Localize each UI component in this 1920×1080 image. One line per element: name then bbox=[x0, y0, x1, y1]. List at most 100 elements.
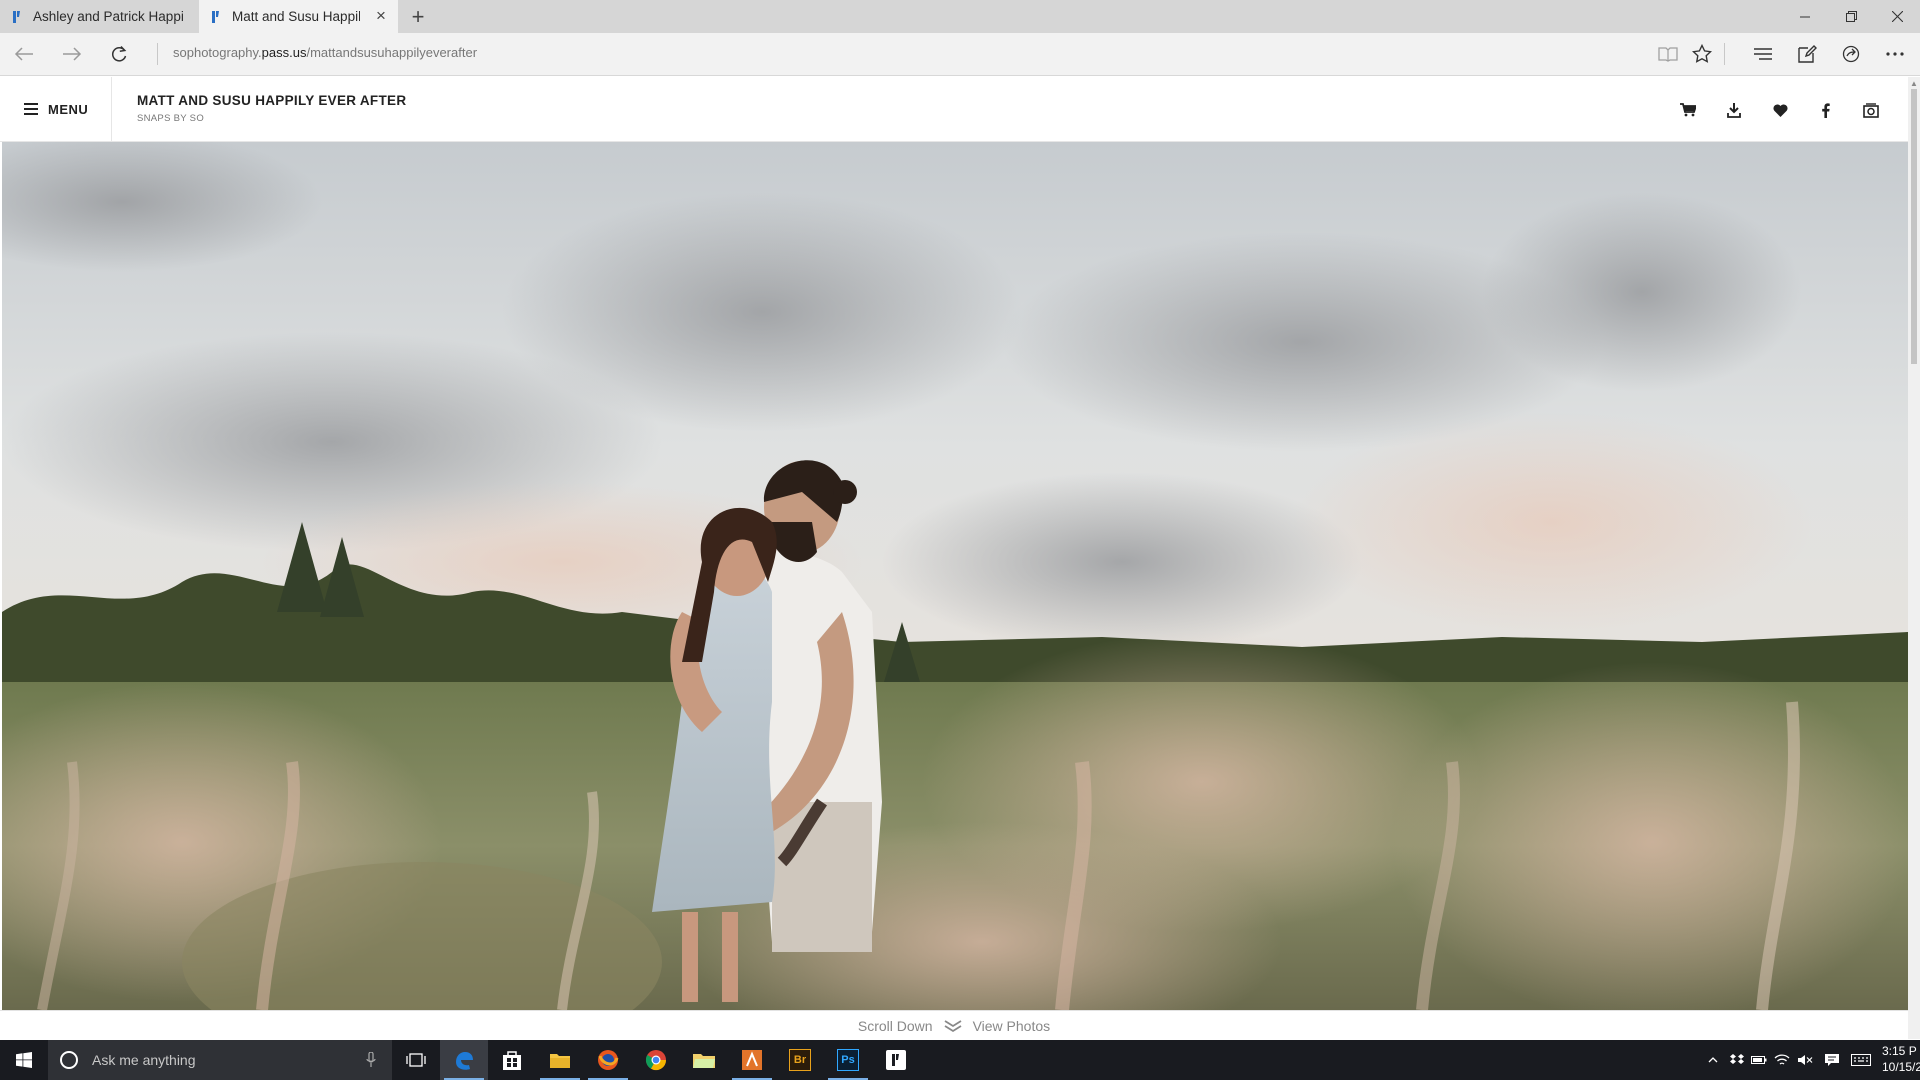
gallery-subtitle[interactable]: SNAPS BY SO bbox=[137, 113, 204, 124]
action-center-icon bbox=[1825, 1054, 1839, 1066]
taskbar-pass-app[interactable] bbox=[872, 1040, 920, 1080]
taskbar-photoshop[interactable]: Ps bbox=[824, 1040, 872, 1080]
pass-favicon-icon bbox=[13, 10, 20, 23]
address-separator bbox=[157, 43, 158, 65]
firefox-icon bbox=[598, 1050, 619, 1070]
orange-app-icon bbox=[742, 1050, 762, 1070]
taskbar-orange-app[interactable] bbox=[728, 1040, 776, 1080]
task-view-button[interactable] bbox=[392, 1040, 440, 1080]
search-placeholder: Ask me anything bbox=[92, 1052, 196, 1068]
facebook-share-button[interactable] bbox=[1812, 97, 1838, 123]
clock-date: 10/15/2 bbox=[1882, 1060, 1920, 1074]
page-scrollbar[interactable]: ▲ bbox=[1908, 77, 1920, 1039]
hamburger-icon bbox=[24, 103, 38, 115]
folder-icon bbox=[693, 1054, 715, 1068]
bridge-icon: Br bbox=[789, 1049, 811, 1071]
microphone-icon[interactable] bbox=[366, 1052, 376, 1068]
address-bar-row: sophotography.pass.us/mattandsusuhappily… bbox=[0, 33, 1920, 76]
store-icon bbox=[503, 1051, 521, 1070]
tab-title: Matt and Susu Happily E bbox=[232, 9, 360, 24]
back-button[interactable] bbox=[6, 39, 42, 69]
tab-matt-and-susu[interactable]: Matt and Susu Happily E × bbox=[199, 0, 398, 33]
slideshow-button[interactable] bbox=[1858, 97, 1884, 123]
refresh-icon bbox=[111, 45, 127, 62]
scroll-down-bar[interactable]: Scroll Down View Photos bbox=[0, 1010, 1908, 1040]
cortana-search-box[interactable]: Ask me anything bbox=[48, 1040, 392, 1080]
tray-battery[interactable] bbox=[1749, 1040, 1769, 1080]
wifi-icon bbox=[1774, 1054, 1790, 1065]
taskbar-store[interactable] bbox=[488, 1040, 536, 1080]
forward-button[interactable] bbox=[54, 39, 90, 69]
cover-photo bbox=[2, 142, 1908, 1010]
share-button[interactable] bbox=[1836, 40, 1866, 68]
add-favorite-button[interactable] bbox=[1687, 40, 1717, 68]
refresh-button[interactable] bbox=[101, 39, 137, 69]
url-host: pass.us bbox=[261, 45, 307, 60]
tray-network[interactable] bbox=[1772, 1040, 1792, 1080]
file-explorer-icon bbox=[550, 1054, 570, 1068]
restore-icon bbox=[1845, 11, 1857, 22]
scrollbar-thumb[interactable] bbox=[1911, 89, 1917, 364]
show-hidden-icons-button[interactable] bbox=[1703, 1040, 1723, 1080]
scroll-up-arrow-icon[interactable]: ▲ bbox=[1910, 79, 1918, 88]
web-note-button[interactable] bbox=[1792, 40, 1822, 68]
taskbar-folder[interactable] bbox=[680, 1040, 728, 1080]
restore-button[interactable] bbox=[1828, 0, 1874, 33]
back-arrow-icon bbox=[14, 47, 33, 61]
pass-app-icon bbox=[886, 1050, 906, 1070]
new-tab-button[interactable]: + bbox=[398, 0, 438, 33]
menu-button[interactable]: MENU bbox=[0, 77, 112, 141]
tab-ashley-and-patrick[interactable]: Ashley and Patrick Happily E bbox=[0, 0, 199, 33]
cart-button[interactable] bbox=[1675, 97, 1701, 123]
view-photos-label: View Photos bbox=[972, 1017, 1051, 1034]
url-prefix: sophotography. bbox=[173, 45, 262, 60]
url-path: /mattandsusuhappilyeverafter bbox=[306, 45, 478, 60]
tray-dropbox[interactable] bbox=[1727, 1040, 1747, 1080]
forward-arrow-icon bbox=[63, 47, 82, 61]
scroll-down-label: Scroll Down bbox=[857, 1017, 933, 1034]
gallery-header: MENU MATT AND SUSU HAPPILY EVER AFTER SN… bbox=[0, 77, 1910, 142]
system-clock[interactable]: 3:15 P 10/15/2 bbox=[1882, 1043, 1920, 1075]
taskbar-firefox[interactable] bbox=[584, 1040, 632, 1080]
star-icon bbox=[1692, 44, 1712, 63]
browser-tab-strip: Ashley and Patrick Happily E Matt and Su… bbox=[0, 0, 1920, 33]
download-icon bbox=[1727, 102, 1741, 118]
taskbar-file-explorer[interactable] bbox=[536, 1040, 584, 1080]
hub-icon bbox=[1754, 48, 1772, 60]
reading-view-button[interactable] bbox=[1653, 40, 1683, 68]
keyboard-icon bbox=[1851, 1054, 1871, 1066]
close-tab-icon[interactable]: × bbox=[373, 7, 389, 24]
taskbar-chrome[interactable] bbox=[632, 1040, 680, 1080]
windows-logo-icon bbox=[16, 1052, 32, 1068]
gallery-title: MATT AND SUSU HAPPILY EVER AFTER bbox=[137, 93, 407, 108]
web-note-icon bbox=[1798, 45, 1817, 63]
facebook-icon bbox=[1821, 102, 1830, 118]
download-button[interactable] bbox=[1721, 97, 1747, 123]
taskbar-edge[interactable] bbox=[440, 1040, 488, 1080]
minimize-icon bbox=[1800, 16, 1810, 17]
url-field[interactable]: sophotography.pass.us/mattandsusuhappily… bbox=[173, 45, 477, 60]
battery-icon bbox=[1751, 1056, 1767, 1064]
pass-favicon-icon bbox=[212, 10, 219, 23]
favorite-button[interactable] bbox=[1767, 97, 1793, 123]
couple-in-field-photo bbox=[2, 142, 1908, 1010]
menu-label: MENU bbox=[48, 101, 89, 117]
tray-action-center[interactable] bbox=[1820, 1040, 1844, 1080]
volume-muted-icon bbox=[1798, 1055, 1813, 1065]
more-button[interactable] bbox=[1880, 40, 1910, 68]
close-window-button[interactable] bbox=[1874, 0, 1920, 33]
minimize-button[interactable] bbox=[1782, 0, 1828, 33]
cart-icon bbox=[1680, 103, 1696, 117]
start-button[interactable] bbox=[0, 1040, 48, 1080]
taskbar-bridge[interactable]: Br bbox=[776, 1040, 824, 1080]
heart-icon bbox=[1772, 103, 1788, 117]
tray-volume[interactable] bbox=[1795, 1040, 1815, 1080]
edge-icon bbox=[456, 1052, 473, 1070]
chrome-icon bbox=[645, 1050, 667, 1071]
cortana-icon bbox=[60, 1051, 78, 1069]
tab-title: Ashley and Patrick Happily E bbox=[33, 9, 183, 24]
tray-keyboard[interactable] bbox=[1848, 1040, 1874, 1080]
hub-button[interactable] bbox=[1748, 40, 1778, 68]
dropbox-icon bbox=[1730, 1054, 1744, 1064]
slideshow-icon bbox=[1863, 102, 1879, 118]
